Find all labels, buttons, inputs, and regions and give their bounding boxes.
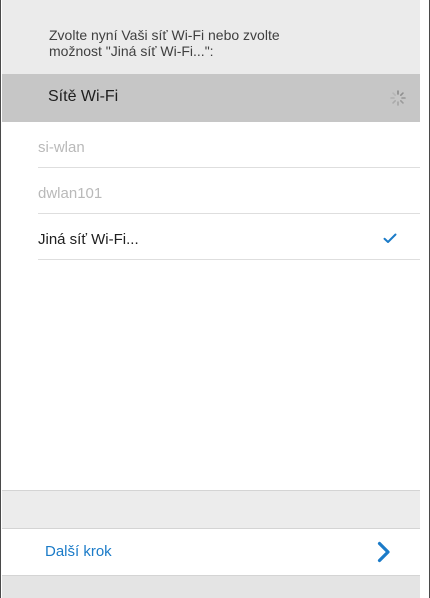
intro-line-2: možnost "Jiná síť Wi-Fi...":	[49, 43, 214, 59]
wifi-network-row[interactable]: Jiná síť Wi-Fi...	[38, 214, 420, 260]
wifi-network-row[interactable]: si-wlan	[38, 122, 420, 168]
section-title: Sítě Wi-Fi	[48, 88, 119, 105]
intro-text: Zvolte nyní Vaši síť Wi-Fi nebo zvolte m…	[49, 27, 369, 59]
intro-line-1: Zvolte nyní Vaši síť Wi-Fi nebo zvolte	[49, 27, 280, 43]
next-step-button[interactable]: Další krok	[2, 528, 420, 576]
wifi-setup-screen: Zvolte nyní Vaši síť Wi-Fi nebo zvolte m…	[0, 0, 430, 598]
intro-panel: Zvolte nyní Vaši síť Wi-Fi nebo zvolte m…	[2, 0, 420, 74]
wifi-network-list: si-wlan dwlan101 Jiná síť Wi-Fi...	[38, 122, 420, 260]
bottom-separator-band	[2, 490, 420, 528]
wifi-network-label: si-wlan	[38, 139, 85, 156]
wifi-network-label: dwlan101	[38, 185, 103, 202]
footer-band	[2, 576, 420, 598]
wifi-network-row[interactable]: dwlan101	[38, 168, 420, 214]
loading-spinner-icon	[389, 89, 407, 107]
chevron-right-icon	[377, 541, 391, 563]
checkmark-icon	[383, 231, 397, 243]
wifi-network-label: Jiná síť Wi-Fi...	[38, 231, 139, 248]
next-step-label: Další krok	[45, 543, 112, 560]
section-header: Sítě Wi-Fi	[2, 74, 420, 122]
